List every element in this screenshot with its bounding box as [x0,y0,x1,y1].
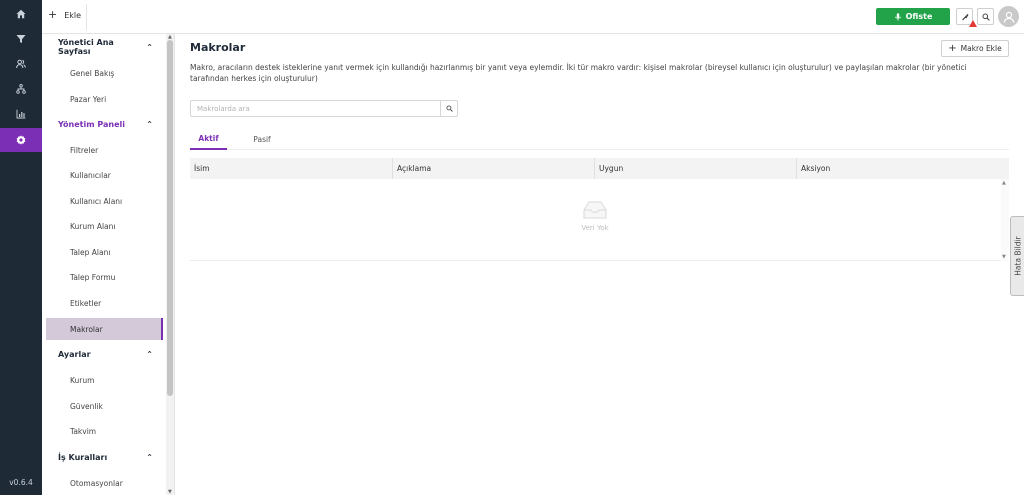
chart-icon[interactable] [0,102,42,126]
menu-section-settings[interactable]: Ayarlar ⌃ [42,341,166,367]
chevron-up-icon: ⌃ [146,42,153,52]
menu-item-ticket-field[interactable]: Talep Alanı [42,239,166,265]
add-macro-button[interactable]: + Makro Ekle [941,40,1009,57]
main-content: Makrolar + Makro Ekle Makro, aracıların … [176,34,1024,495]
scroll-down-icon[interactable]: ▼ [1002,254,1006,260]
scroll-down-icon[interactable]: ▼ [168,489,172,495]
gear-icon[interactable] [0,128,42,152]
scrollbar-thumb[interactable] [167,40,173,396]
users-icon[interactable] [0,52,42,76]
empty-state-text: Veri Yok [581,224,609,232]
settings-menu: Yönetici Ana Sayfası ⌃ Genel Bakış Pazar… [42,34,166,495]
menu-section-admin-home[interactable]: Yönetici Ana Sayfası ⌃ [42,34,166,60]
top-bar: + Ekle Ofiste [42,0,1024,34]
menu-item-users[interactable]: Kullanıcılar [42,162,166,188]
search-icon [982,13,990,21]
page-title: Makrolar [190,41,246,54]
empty-inbox-icon [583,201,607,219]
menu-item-label: Pazar Yeri [70,94,107,104]
column-header-action[interactable]: Aksiyon [797,158,1009,179]
add-button-label: Ekle [64,10,82,20]
funnel-icon[interactable] [0,27,42,51]
menu-item-calendar[interactable]: Takvim [42,418,166,444]
menu-item-label: Otomasyonlar [70,478,123,488]
phone-icon [961,13,968,20]
table-body: Veri Yok [190,179,1009,261]
menu-item-macros[interactable]: Makrolar [46,318,163,340]
search-input[interactable] [191,101,439,116]
warning-icon [969,20,977,27]
menu-item-label: Etiketler [70,298,102,308]
menu-item-label: Kurum Alanı [70,221,116,231]
menu-item-label: Filtreler [70,145,99,155]
menu-item-label: Kullanıcı Alanı [70,196,123,206]
plus-icon: + [948,43,957,54]
menu-item-automations[interactable]: Otomasyonlar [42,470,166,495]
menu-section-label: Yönetici Ana Sayfası [58,38,114,56]
menu-scrollbar[interactable]: ▲ ▼ [166,34,175,495]
search-icon [445,105,453,112]
report-bug-tab[interactable]: Hata Bildir [1010,216,1024,296]
menu-item-label: Kurum [70,375,95,385]
menu-item-filters[interactable]: Filtreler [42,137,166,163]
column-header-available[interactable]: Uygun [595,158,797,179]
menu-item-tags[interactable]: Etiketler [42,290,166,316]
column-header-description[interactable]: Açıklama [393,158,595,179]
hierarchy-icon[interactable] [0,77,42,101]
chevron-up-icon: ⌃ [146,119,153,129]
status-label: Ofiste [905,12,933,21]
menu-item-overview[interactable]: Genel Bakış [42,60,166,86]
menu-section-label: Ayarlar [58,349,91,359]
menu-item-label: Kullanıcılar [70,170,111,180]
add-button[interactable]: + Ekle [48,8,82,21]
empty-state: Veri Yok [570,199,620,232]
menu-item-label: Talep Alanı [70,247,111,257]
user-icon [1003,11,1014,23]
menu-item-label: Talep Formu [70,272,116,282]
menu-item-user-field[interactable]: Kullanıcı Alanı [42,188,166,214]
menu-section-business-rules[interactable]: İş Kuralları ⌃ [42,444,166,470]
report-bug-label: Hata Bildir [1013,236,1022,276]
plus-icon: + [48,8,58,21]
microphone-icon [894,12,901,21]
menu-section-management-panel[interactable]: Yönetim Paneli ⌃ [42,111,166,137]
page-description: Makro, aracıların destek isteklerine yan… [190,63,967,83]
column-header-name[interactable]: İsim [190,158,393,179]
search-button[interactable] [977,8,994,25]
menu-section-label: İş Kuralları [58,452,108,462]
table-scrollbar[interactable]: ▲ ▼ [1001,179,1009,261]
menu-item-ticket-form[interactable]: Talep Formu [42,264,166,290]
home-icon[interactable] [0,2,42,26]
table-header: İsim Açıklama Uygun Aksiyon [190,158,1009,179]
tab-passive[interactable]: Pasif [242,128,282,150]
menu-item-marketplace[interactable]: Pazar Yeri [42,86,166,112]
scroll-up-icon[interactable]: ▲ [1002,180,1006,186]
left-rail: v0.6.4 [0,0,42,495]
menu-item-organization[interactable]: Kurum [42,367,166,393]
status-button[interactable]: Ofiste [876,8,950,25]
add-macro-label: Makro Ekle [960,44,1002,53]
chevron-up-icon: ⌃ [146,349,153,359]
menu-item-security[interactable]: Güvenlik [42,393,166,419]
avatar[interactable] [998,6,1019,27]
tab-active[interactable]: Aktif [190,128,227,150]
menu-item-label: Takvim [70,426,97,436]
divider [86,4,87,30]
menu-item-label: Güvenlik [70,401,103,411]
status-tabs: Aktif Pasif [190,128,1009,150]
menu-item-org-field[interactable]: Kurum Alanı [42,213,166,239]
menu-item-label: Genel Bakış [70,68,115,78]
version-label: v0.6.4 [9,478,33,487]
menu-item-label: Makrolar [70,324,103,334]
macros-table: İsim Açıklama Uygun Aksiyon Veri Yok ▲ ▼ [190,158,1009,261]
menu-section-label: Yönetim Paneli [58,119,126,129]
chevron-up-icon: ⌃ [146,452,153,462]
macro-search [190,100,458,117]
search-submit-button[interactable] [440,101,457,116]
